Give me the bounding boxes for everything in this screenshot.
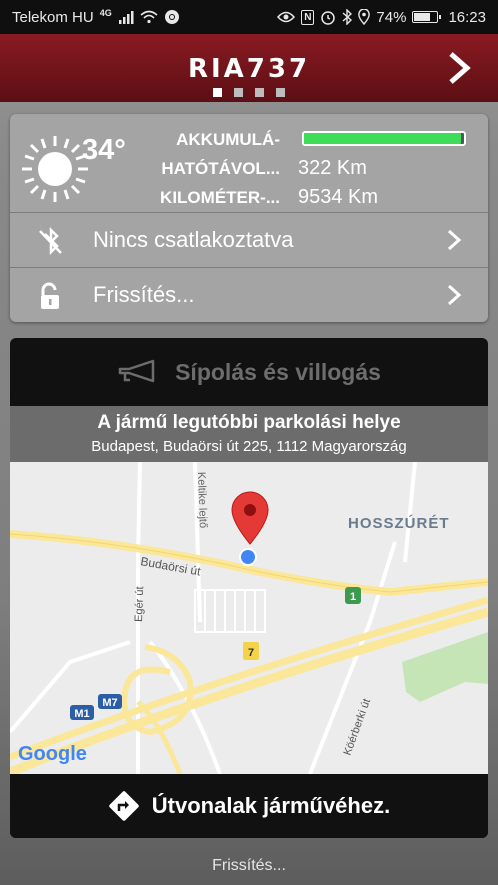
chrome-icon [164,10,179,24]
connection-row[interactable]: Nincs csatlakoztatva [10,212,488,266]
nfc-icon: N [301,9,315,25]
chevron-right-icon [447,229,462,251]
map-label-eger: Egér út [133,586,146,622]
google-logo: Google [18,743,87,765]
page-indicator [0,88,498,97]
range-label: HATÓTÁVOL... [161,159,280,178]
unlock-icon [41,282,59,309]
vehicle-plate-title: RIA737 [187,54,311,84]
connection-status-label: Nincs csatlakoztatva [93,226,294,252]
battery-icon [412,11,442,23]
sun-icon [22,136,88,202]
refresh-label: Frissítés... [93,281,195,307]
vehicle-status-card: 34° AKKUMULÁ- HATÓTÁVOL... 322 Km KILOMÉ… [10,114,488,322]
page-dot[interactable] [234,88,243,97]
signal-icon [118,11,134,24]
horn-flash-label: Sípolás és villogás [175,358,381,385]
route-shield-m7: M7 [102,697,117,709]
footer-refresh-link[interactable]: Frissítés... [0,857,498,875]
location-icon [358,9,371,25]
page-dot[interactable] [213,88,222,97]
status-bar: Telekom HU 4G N 74% 16:23 [0,0,498,34]
vehicle-actions-panel: Sípolás és villogás A jármű legutóbbi pa… [10,338,488,838]
current-location-dot [241,550,255,564]
network-type: 4G [99,8,112,18]
page-dot[interactable] [276,88,285,97]
route-shield-7: 7 [248,647,254,659]
battery-percent: 74% [376,8,407,26]
map-canvas[interactable]: Budaörsi út Egér út Keltike lejtő HOSSZÚ… [10,462,488,774]
carrier-name: Telekom HU [12,8,94,26]
parking-title: A jármű legutóbbi parkolási helye [97,412,401,433]
bluetooth-off-icon [39,226,62,256]
directions-button[interactable]: Útvonalak járművéhez. [10,774,488,838]
odometer-label: KILOMÉTER-... [160,188,280,207]
battery-level-bar [302,131,466,146]
chevron-right-icon [447,284,462,306]
map-label-hosszuret: HOSSZÚRÉT [348,514,450,532]
directions-label: Útvonalak járművéhez. [151,793,391,818]
vehicle-summary: 34° AKKUMULÁ- HATÓTÁVOL... 322 Km KILOMÉ… [10,114,488,212]
odometer-value: 9534 Km [298,186,379,208]
page-dot[interactable] [255,88,264,97]
app-header: RIA737 [0,34,498,102]
battery-label: AKKUMULÁ- [176,130,280,149]
alarm-icon [321,11,336,25]
next-vehicle-chevron-icon[interactable] [446,50,472,86]
map-label-keltike: Keltike lejtő [195,472,209,529]
eye-icon [277,11,296,23]
parking-map[interactable]: Budaörsi út Egér út Keltike lejtő HOSSZÚ… [10,462,488,774]
horn-icon [118,359,155,383]
parking-address: Budapest, Budaörsi út 225, 1112 Magyaror… [91,438,407,455]
directions-icon [109,791,139,821]
route-shield-1: 1 [350,591,356,603]
horn-flash-button[interactable]: Sípolás és villogás [10,338,488,406]
range-value: 322 Km [298,157,367,179]
clock: 16:23 [448,8,486,26]
temperature-value: 34° [82,134,126,166]
bluetooth-icon [342,9,353,25]
wifi-icon [140,10,158,24]
route-shield-m1: M1 [74,708,89,720]
parking-location-header: A jármű legutóbbi parkolási helye Budape… [10,406,488,462]
refresh-row[interactable]: Frissítés... [10,267,488,321]
